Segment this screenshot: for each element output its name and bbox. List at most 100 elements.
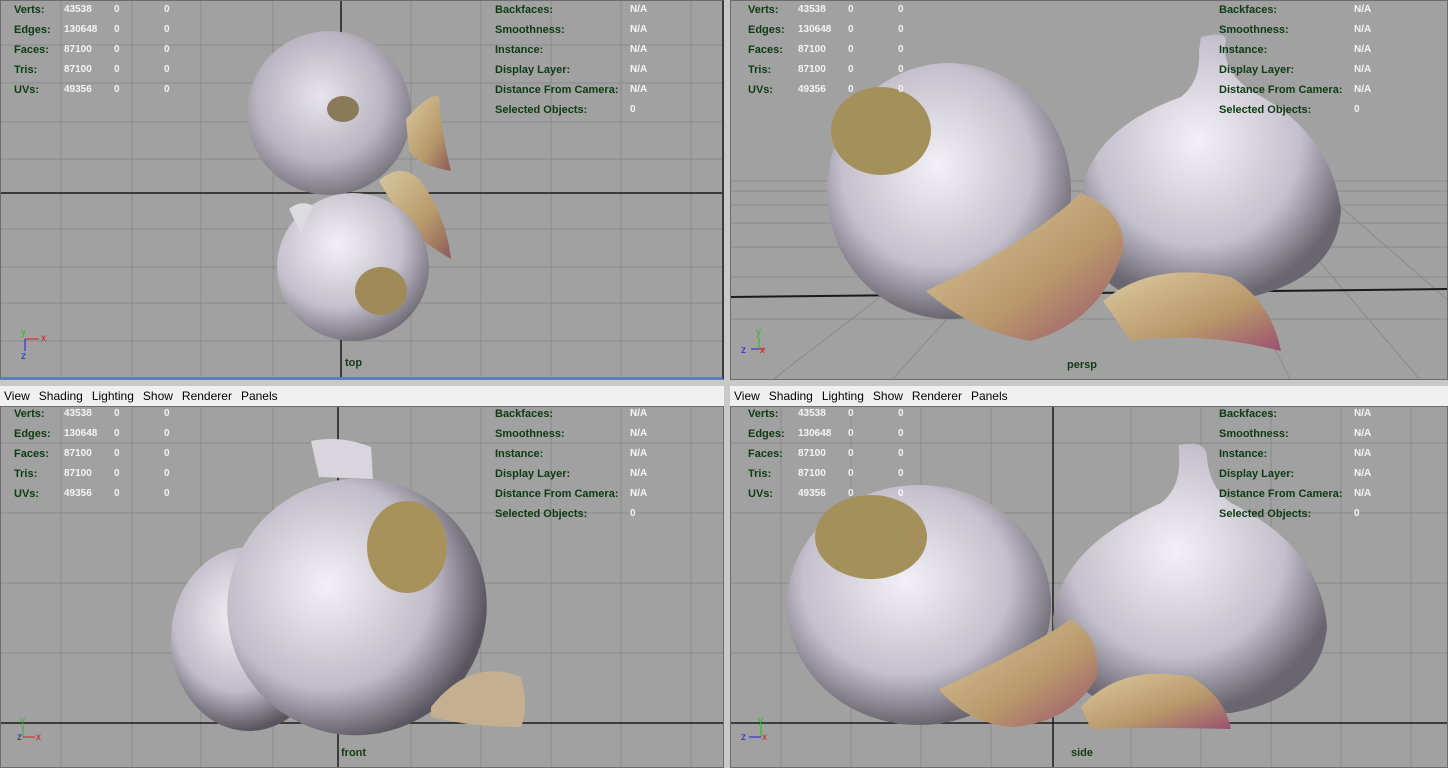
hud-value: N/A (1354, 4, 1372, 15)
hud-value: 0 (164, 468, 170, 479)
menu-renderer[interactable]: Renderer (912, 389, 962, 403)
hud-value: 0 (848, 4, 854, 15)
hud-label-smoothness: Smoothness: (495, 24, 565, 36)
hud-value: 0 (630, 508, 636, 519)
hud-value: N/A (630, 64, 648, 75)
hud-value: 0 (1354, 508, 1360, 519)
menu-shading[interactable]: Shading (39, 389, 83, 403)
menu-panels[interactable]: Panels (971, 389, 1008, 403)
hud-label-tris: Tris: (14, 468, 38, 480)
hud-value: 0 (164, 84, 170, 95)
viewport-front[interactable]: Verts: Edges: Faces: Tris: UVs: 43538 0 … (0, 406, 724, 768)
hud-label-selected: Selected Objects: (1219, 104, 1312, 116)
viewport-side[interactable]: Verts: Edges: Faces: Tris: UVs: 43538 0 … (730, 406, 1448, 768)
hud-label-edges: Edges: (748, 24, 785, 36)
hud-value: 43538 (64, 408, 92, 419)
hud-value: 87100 (64, 44, 92, 55)
menu-show[interactable]: Show (873, 389, 903, 403)
hud-value: 0 (848, 428, 854, 439)
axis-z-label: z (17, 732, 22, 743)
axis-x-label: x (36, 732, 41, 743)
menu-view[interactable]: View (734, 389, 760, 403)
hud-label-verts: Verts: (14, 4, 45, 16)
hud-label-display-layer: Display Layer: (1219, 468, 1295, 480)
hud-value: N/A (1354, 64, 1372, 75)
axis-gizmo-icon: y x z (741, 329, 765, 356)
hud-value: 0 (848, 44, 854, 55)
hud-value: 0 (898, 64, 904, 75)
hud-label-selected: Selected Objects: (495, 508, 588, 520)
hud-label-tris: Tris: (748, 64, 772, 76)
persp-view-scene (731, 34, 1447, 379)
hud-label-faces: Faces: (748, 44, 783, 56)
hud-label-uvs: UVs: (14, 488, 40, 500)
hud-value: 87100 (64, 448, 92, 459)
menu-renderer[interactable]: Renderer (182, 389, 232, 403)
panel-menubar: View Shading Lighting Show Renderer Pane… (730, 386, 1448, 406)
hud-label-distance: Distance From Camera: (1219, 84, 1343, 96)
hud-value: 0 (114, 64, 120, 75)
hud-label-edges: Edges: (14, 428, 51, 440)
hud-value: N/A (1354, 24, 1372, 35)
axis-y-label: y (758, 715, 763, 726)
hud-value: 87100 (798, 64, 826, 75)
hud-value: 87100 (64, 468, 92, 479)
axis-gizmo-icon: y z x (741, 715, 767, 743)
hud-value: N/A (1354, 44, 1372, 55)
hud-value: 49356 (64, 488, 92, 499)
menu-show[interactable]: Show (143, 389, 173, 403)
axis-x-label: x (760, 345, 765, 356)
hud-value: 0 (114, 44, 120, 55)
menu-panels[interactable]: Panels (241, 389, 278, 403)
hud-value: N/A (630, 4, 648, 15)
hud-value: 0 (114, 4, 120, 15)
hud-value: 0 (114, 428, 120, 439)
hud-label-display-layer: Display Layer: (1219, 64, 1295, 76)
axis-x-label: x (762, 732, 767, 743)
axis-z-label: z (741, 345, 746, 356)
hud-value: 43538 (798, 408, 826, 419)
hud-value: N/A (630, 468, 648, 479)
viewport-top[interactable]: Verts: Edges: Faces: Tris: UVs: 43538 0 … (0, 0, 724, 380)
hud-label-verts: Verts: (14, 408, 45, 420)
hud-value: 130648 (64, 24, 98, 35)
side-view-scene (731, 407, 1447, 767)
camera-label-persp: persp (1067, 359, 1097, 371)
hud-label-edges: Edges: (748, 428, 785, 440)
hud-label-instance: Instance: (1219, 44, 1268, 56)
axis-y-label: y (756, 329, 761, 338)
hud-value: 87100 (64, 64, 92, 75)
hud-value: 0 (848, 64, 854, 75)
menu-shading[interactable]: Shading (769, 389, 813, 403)
axis-gizmo-icon: y x z (17, 715, 41, 743)
hud-label-backfaces: Backfaces: (1219, 408, 1278, 420)
viewport-persp[interactable]: Verts: Edges: Faces: Tris: UVs: 43538 0 … (730, 0, 1448, 380)
hud-label-smoothness: Smoothness: (1219, 24, 1289, 36)
hud-value: 130648 (64, 428, 98, 439)
axis-y-label: y (21, 329, 26, 338)
hud-value: N/A (1354, 488, 1372, 499)
front-view-scene (1, 407, 723, 767)
hud-value: 87100 (798, 448, 826, 459)
panel-menubar: View Shading Lighting Show Renderer Pane… (0, 386, 724, 406)
hud-value: 0 (1354, 104, 1360, 115)
hud-value: 0 (164, 64, 170, 75)
menu-lighting[interactable]: Lighting (822, 389, 864, 403)
menu-lighting[interactable]: Lighting (92, 389, 134, 403)
hud-label-backfaces: Backfaces: (495, 408, 554, 420)
menu-view[interactable]: View (4, 389, 30, 403)
hud-value: 0 (848, 448, 854, 459)
hud-value: N/A (1354, 428, 1372, 439)
hud-value: 0 (848, 408, 854, 419)
viewport-panel-persp: Verts: Edges: Faces: Tris: UVs: 43538 0 … (730, 0, 1448, 380)
hud-value: N/A (630, 24, 648, 35)
hud-label-smoothness: Smoothness: (1219, 428, 1289, 440)
hud-value: 49356 (798, 488, 826, 499)
hud-value: 0 (848, 488, 854, 499)
camera-label-top: top (345, 357, 363, 369)
hud-label-verts: Verts: (748, 4, 779, 16)
hud-value: 49356 (64, 84, 92, 95)
hud-value: 0 (114, 24, 120, 35)
hud-label-uvs: UVs: (748, 488, 774, 500)
hud-value: 0 (898, 428, 904, 439)
